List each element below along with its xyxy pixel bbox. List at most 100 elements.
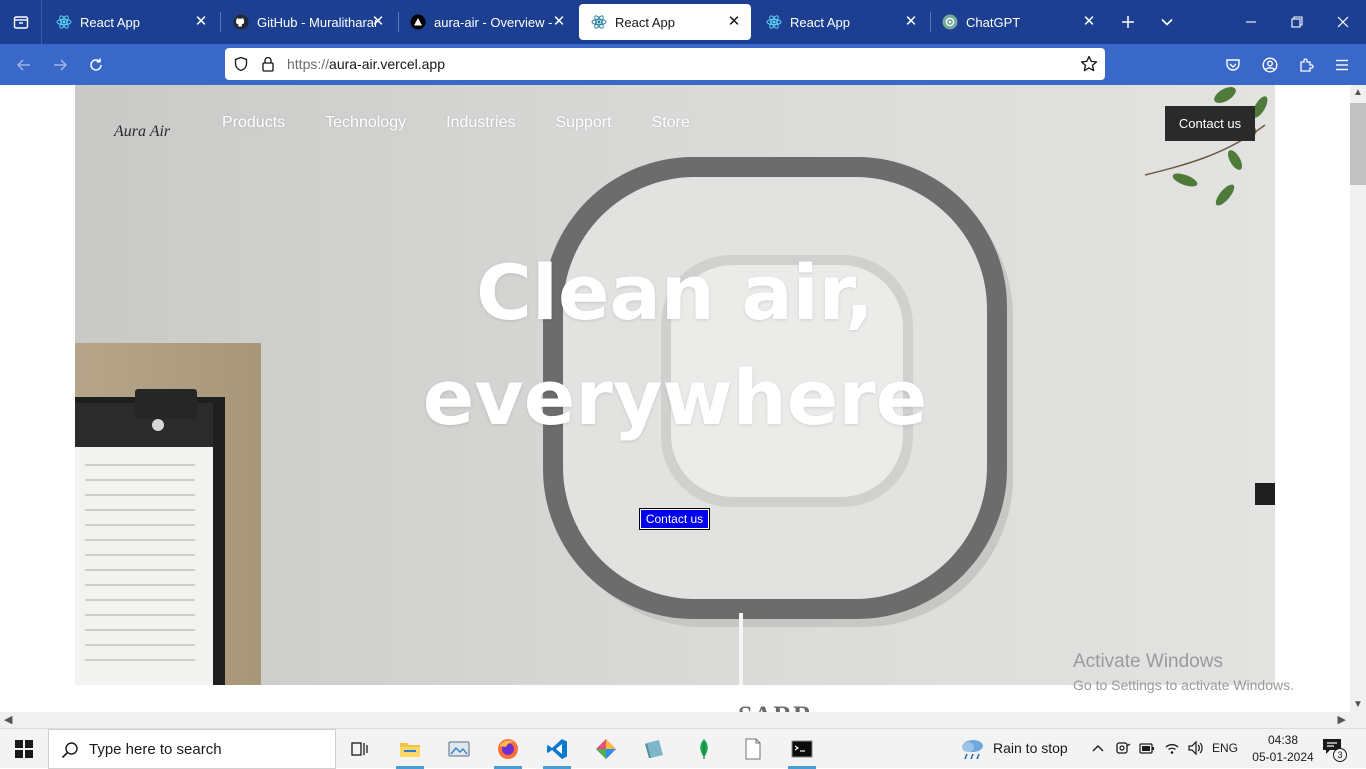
notification-center-button[interactable]: 3 — [1322, 737, 1348, 762]
clock-date: 05-01-2024 — [1252, 750, 1314, 764]
scroll-right-arrow-icon[interactable]: ▶ — [1338, 713, 1346, 726]
taskbar-terminal[interactable] — [778, 729, 826, 769]
vertical-scrollbar[interactable]: ▲ ▼ — [1350, 85, 1366, 712]
hero-contact-button[interactable]: Contact us — [639, 508, 710, 530]
close-icon[interactable]: ✕ — [1080, 13, 1098, 31]
nav-store[interactable]: Store — [652, 114, 690, 132]
nav-products[interactable]: Products — [222, 114, 285, 132]
wifi-icon[interactable] — [1164, 740, 1180, 756]
document-icon — [745, 738, 761, 760]
back-arrow-icon — [16, 59, 30, 71]
taskbar-photos[interactable] — [435, 729, 483, 769]
chevron-up-icon[interactable] — [1091, 742, 1105, 754]
url-scheme: https:// — [287, 56, 330, 72]
colorful-app-icon — [596, 739, 616, 759]
tab-vercel[interactable]: aura-air - Overview - V ✕ — [398, 4, 576, 40]
account-button[interactable] — [1255, 50, 1285, 80]
taskbar-mongodb[interactable] — [680, 729, 728, 769]
extensions-button[interactable] — [1291, 50, 1321, 80]
taskbar-vscode[interactable] — [533, 729, 581, 769]
header-contact-button[interactable]: Contact us — [1165, 106, 1255, 141]
taskbar-firefox[interactable] — [484, 729, 532, 769]
scroll-down-arrow-icon[interactable]: ▼ — [1353, 699, 1363, 710]
forward-arrow-icon — [54, 59, 68, 71]
tab-react-app-active[interactable]: React App ✕ — [579, 4, 751, 40]
tab-react-app-2[interactable]: React App ✕ — [754, 4, 928, 40]
horizontal-scrollbar[interactable]: ◀ ▶ — [0, 712, 1350, 728]
tab-react-app-1[interactable]: React App ✕ — [44, 4, 218, 40]
close-icon[interactable]: ✕ — [192, 13, 210, 31]
list-all-tabs-button[interactable] — [1153, 8, 1181, 36]
taskbar-search-box[interactable]: Type here to search — [48, 729, 336, 769]
close-icon[interactable]: ✕ — [902, 13, 920, 31]
firefox-view-icon — [13, 16, 28, 29]
nav-industries[interactable]: Industries — [446, 114, 515, 132]
battery-icon[interactable] — [1139, 740, 1155, 756]
taskbar-app-colorful[interactable] — [582, 729, 630, 769]
reload-button[interactable] — [81, 50, 111, 80]
chatgpt-icon — [942, 14, 958, 30]
close-window-button[interactable] — [1320, 0, 1366, 44]
plus-icon — [1122, 16, 1134, 28]
shield-icon[interactable] — [233, 56, 249, 72]
app-menu-button[interactable] — [1327, 50, 1357, 80]
tab-title: React App — [790, 14, 850, 30]
tab-title: GitHub - Muralitharan — [257, 14, 377, 30]
folder-icon — [400, 743, 420, 757]
task-view-button[interactable] — [336, 729, 384, 769]
minimize-button[interactable] — [1228, 0, 1274, 44]
search-icon — [61, 742, 78, 759]
pocket-button[interactable] — [1218, 50, 1248, 80]
clock[interactable]: 04:38 05-01-2024 — [1248, 732, 1318, 766]
watermark-title: Activate Windows — [1073, 651, 1223, 672]
watermark-subtitle: Go to Settings to activate Windows. — [1073, 677, 1294, 693]
lock-icon[interactable] — [261, 56, 275, 72]
scrollbar-corner — [1350, 712, 1366, 728]
navigation-toolbar: https://aura-air.vercel.app — [0, 44, 1366, 85]
weather-text[interactable]: Rain to stop — [993, 740, 1068, 756]
url-text[interactable]: https://aura-air.vercel.app — [287, 56, 445, 72]
nav-support[interactable]: Support — [555, 114, 611, 132]
notification-badge: 3 — [1333, 748, 1347, 762]
weather-rain-icon[interactable] — [959, 737, 987, 761]
close-icon[interactable]: ✕ — [550, 13, 568, 31]
taskbar: Type here to search Rain to stop ENG 04:… — [0, 728, 1366, 769]
new-tab-button[interactable] — [1114, 8, 1142, 36]
github-icon — [233, 14, 249, 30]
headline-line-2: everywhere — [422, 353, 928, 442]
start-button[interactable] — [0, 729, 48, 769]
tab-title: aura-air - Overview - V — [434, 14, 554, 30]
back-button[interactable] — [9, 50, 39, 80]
firefox-view-button[interactable] — [0, 0, 42, 44]
nav-technology[interactable]: Technology — [325, 114, 406, 132]
terminal-icon — [791, 740, 813, 758]
address-bar[interactable]: https://aura-air.vercel.app — [225, 48, 1105, 80]
scroll-left-arrow-icon[interactable]: ◀ — [4, 713, 12, 726]
taskbar-app-book[interactable] — [631, 729, 679, 769]
scroll-up-arrow-icon[interactable]: ▲ — [1353, 87, 1363, 98]
hamburger-menu-icon — [1336, 59, 1348, 71]
forward-button[interactable] — [45, 50, 75, 80]
language-indicator[interactable]: ENG — [1212, 741, 1238, 755]
brand-logo[interactable]: Aura Air — [114, 123, 170, 141]
windows-logo-icon — [15, 740, 33, 758]
volume-icon[interactable] — [1187, 740, 1205, 756]
minimize-icon — [1246, 21, 1256, 23]
tab-chatgpt[interactable]: ChatGPT ✕ — [930, 4, 1106, 40]
close-icon[interactable]: ✕ — [369, 13, 387, 31]
close-icon[interactable]: ✕ — [725, 13, 743, 31]
taskbar-file-explorer[interactable] — [386, 729, 434, 769]
restore-button[interactable] — [1274, 0, 1320, 44]
activate-windows-watermark: Activate Windows Go to Settings to activ… — [1073, 651, 1294, 693]
clock-time: 04:38 — [1267, 733, 1299, 747]
tab-title: React App — [80, 14, 140, 30]
taskbar-blank-document[interactable] — [729, 729, 777, 769]
tab-title: React App — [615, 14, 675, 30]
react-icon — [591, 15, 607, 29]
vscode-icon — [547, 739, 567, 759]
meet-now-icon[interactable] — [1115, 740, 1131, 756]
vertical-scroll-thumb[interactable] — [1350, 103, 1366, 185]
tab-github[interactable]: GitHub - Muralitharan ✕ — [221, 4, 395, 40]
bookmark-star-icon[interactable] — [1080, 55, 1098, 73]
firefox-icon — [498, 739, 518, 759]
